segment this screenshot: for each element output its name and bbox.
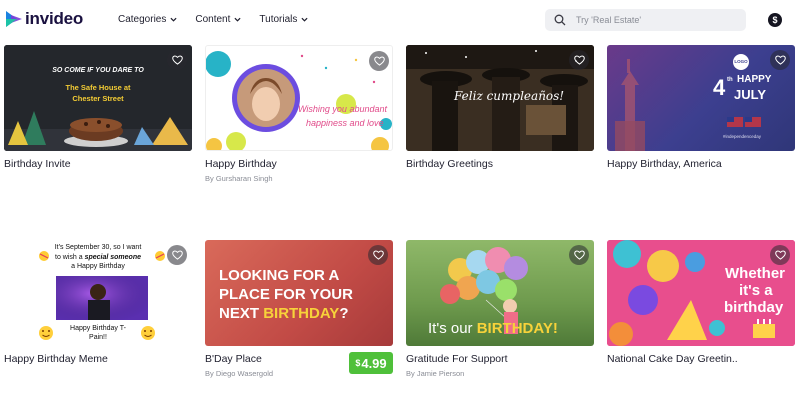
template-thumbnail[interactable]: It's our BIRTHDAY! xyxy=(406,240,594,346)
thumb-headline-question: ? xyxy=(339,305,349,322)
template-card[interactable]: Whether it's a birthday National Cake Da… xyxy=(607,240,795,380)
thumb-tagline: SO COME IF YOU DARE TO xyxy=(52,67,144,74)
invideo-logo-icon xyxy=(6,11,22,27)
heart-icon xyxy=(573,55,585,65)
chevron-down-icon xyxy=(301,17,308,22)
heart-icon xyxy=(774,55,786,65)
nav-content[interactable]: Content xyxy=(195,14,241,25)
thumb-meme-emphasis: special someone xyxy=(84,254,141,261)
heart-icon xyxy=(171,55,183,65)
price-badge[interactable]: $4.99 xyxy=(349,352,393,374)
favorite-button[interactable] xyxy=(369,51,389,71)
nav-categories-label: Categories xyxy=(118,14,167,25)
favorite-button[interactable] xyxy=(167,245,187,265)
thumb-headline-line3: NEXT BIRTHDAY? xyxy=(219,305,348,322)
price-currency: $ xyxy=(355,358,361,368)
nav-tutorials[interactable]: Tutorials xyxy=(259,14,308,25)
template-title[interactable]: Happy Birthday xyxy=(205,158,277,170)
thumb-venue-line2: Chester Street xyxy=(72,94,124,103)
heart-icon xyxy=(372,250,384,260)
thumb-meme-line2: to wish a special someone xyxy=(4,254,192,261)
price-amount: 4.99 xyxy=(361,356,387,371)
thumb-headline-line2: PLACE FOR YOUR xyxy=(219,286,353,303)
favorite-button[interactable] xyxy=(569,245,589,265)
template-author[interactable]: By Gursharan Singh xyxy=(205,174,273,183)
template-title[interactable]: Birthday Invite xyxy=(4,158,71,170)
template-thumbnail[interactable]: Whether it's a birthday xyxy=(607,240,795,346)
thumb-meme-caption1: Happy Birthday T- xyxy=(70,325,126,332)
search-icon xyxy=(554,14,566,26)
brand-logo[interactable]: invideo xyxy=(6,9,83,29)
thumb-headline-line1: LOOKING FOR A xyxy=(219,267,340,284)
template-card[interactable]: Feliz cumpleaños! Birthday Greetings xyxy=(406,45,594,185)
search-bar[interactable] xyxy=(545,9,746,31)
thumb-headline-next: NEXT xyxy=(219,305,260,322)
favorite-button[interactable] xyxy=(368,245,388,265)
thumb-meme-line3: a Happy Birthday xyxy=(71,263,125,270)
template-thumbnail[interactable]: SO COME IF YOU DARE TO The Safe House at… xyxy=(4,45,192,151)
statue-of-liberty-illustration xyxy=(615,59,761,151)
template-title[interactable]: Happy Birthday Meme xyxy=(4,353,108,365)
template-title[interactable]: B'Day Place xyxy=(205,353,262,365)
template-title[interactable]: National Cake Day Greetin.. xyxy=(607,353,738,365)
top-navbar: invideo Categories Content Tutorials $ xyxy=(0,0,797,40)
thumb-logo-placeholder: LOGO xyxy=(733,54,749,70)
template-thumbnail[interactable]: It's September 30, so I want to wish a s… xyxy=(4,240,192,346)
thumb-birthday-caption: It's our BIRTHDAY! xyxy=(428,320,558,337)
thumb-caption-emphasis: BIRTHDAY! xyxy=(476,320,558,337)
template-thumbnail[interactable]: LOOKING FOR A PLACE FOR YOUR NEXT BIRTHD… xyxy=(205,240,393,346)
thumb-headline-birthday: BIRTHDAY xyxy=(263,305,340,322)
template-card[interactable]: It's September 30, so I want to wish a s… xyxy=(4,240,192,380)
favorite-button[interactable] xyxy=(167,50,187,70)
thumb-cake-line2: it's a xyxy=(739,282,773,299)
favorite-button[interactable] xyxy=(770,50,790,70)
pricing-dollar-icon[interactable]: $ xyxy=(768,13,782,27)
heart-icon xyxy=(171,250,183,260)
heart-icon xyxy=(573,250,585,260)
thumb-meme-caption2: Pain!! xyxy=(89,334,107,341)
thumb-hashtag: #independenceday xyxy=(723,134,762,139)
chevron-down-icon xyxy=(234,17,241,22)
thumb-greeting: Feliz cumpleaños! xyxy=(454,89,565,103)
main-nav: Categories Content Tutorials xyxy=(118,14,326,25)
thumb-venue-line1: The Safe House at xyxy=(65,83,131,92)
thumb-happy: HAPPY xyxy=(737,74,772,85)
thumb-date-number: 4 xyxy=(713,75,726,100)
thumb-cake-line3: birthday xyxy=(724,299,784,316)
nav-tutorials-label: Tutorials xyxy=(259,14,298,25)
template-card[interactable]: It's our BIRTHDAY! Gratitude For Support… xyxy=(406,240,594,380)
template-title[interactable]: Gratitude For Support xyxy=(406,353,508,365)
thumb-meme-line2-prefix: to wish a xyxy=(55,254,83,261)
thumb-cake-line1: Whether xyxy=(725,265,785,282)
favorite-button[interactable] xyxy=(770,245,790,265)
thumb-meme-line1: It's September 30, so I want xyxy=(54,244,142,251)
template-title[interactable]: Happy Birthday, America xyxy=(607,158,722,170)
balloons-photo-illustration xyxy=(206,51,392,150)
thumb-wish-line2: happiness and love xyxy=(306,118,384,128)
heart-icon xyxy=(774,250,786,260)
template-card[interactable]: LOGO 4 th HAPPY JULY #independenceday Ha… xyxy=(607,45,795,185)
favorite-button[interactable] xyxy=(569,50,589,70)
template-card[interactable]: SO COME IF YOU DARE TO The Safe House at… xyxy=(4,45,192,185)
template-author[interactable]: By Diego Wasergold xyxy=(205,369,273,378)
template-thumbnail[interactable]: Wishing you abundant happiness and love xyxy=(205,45,393,151)
heart-icon xyxy=(373,56,385,66)
thumb-july: JULY xyxy=(734,87,767,102)
thumb-date-suffix: th xyxy=(727,77,733,83)
thumb-caption-prefix: It's our xyxy=(428,320,473,337)
nav-content-label: Content xyxy=(195,14,231,25)
template-author[interactable]: By Jamie Pierson xyxy=(406,369,464,378)
chevron-down-icon xyxy=(170,17,177,22)
template-card[interactable]: LOOKING FOR A PLACE FOR YOUR NEXT BIRTHD… xyxy=(205,240,393,380)
template-title[interactable]: Birthday Greetings xyxy=(406,158,493,170)
brand-name: invideo xyxy=(25,9,84,28)
template-thumbnail[interactable]: Feliz cumpleaños! xyxy=(406,45,594,151)
thumb-wish-line1: Wishing you abundant xyxy=(298,104,387,114)
nav-categories[interactable]: Categories xyxy=(118,14,177,25)
search-input[interactable] xyxy=(576,12,736,28)
template-card[interactable]: Wishing you abundant happiness and love … xyxy=(205,45,393,185)
template-thumbnail[interactable]: LOGO 4 th HAPPY JULY #independenceday xyxy=(607,45,795,151)
